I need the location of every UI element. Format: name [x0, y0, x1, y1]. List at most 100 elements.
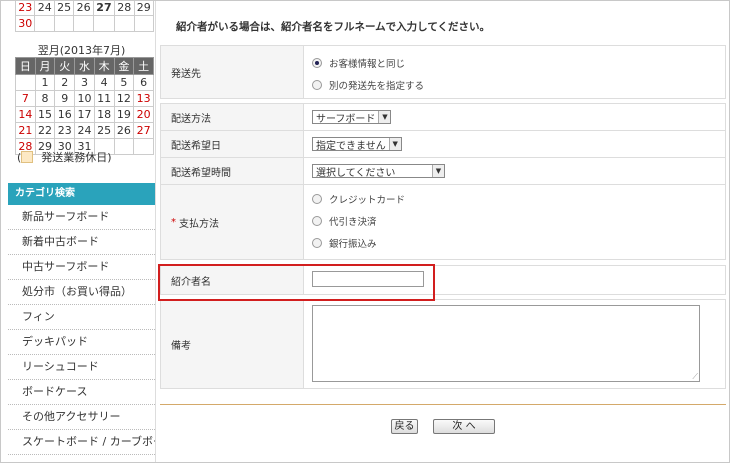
chevron-down-icon: ▼: [432, 165, 444, 177]
calendar-day: 28: [114, 1, 135, 16]
calendar-day: 27: [133, 122, 154, 139]
category-search: カテゴリ検索 新品サーフボード 新着中古ボード 中古サーフボード 処分市（お買い得品）…: [8, 183, 155, 455]
calendar-day: 23: [14, 1, 36, 16]
calendar-day: 23: [54, 122, 76, 139]
radio-label: お客様情報と同じ: [329, 59, 406, 70]
left-sidebar: 23 24 25 26 27 28 29 30 翌月(2013年7月) 日月火水木金土1234…: [8, 1, 155, 462]
radio-other-address[interactable]: 別の発送先を指定する: [312, 74, 725, 96]
chevron-down-icon: ▼: [388, 138, 401, 150]
legend-text: 発送業務休日): [41, 151, 112, 164]
referrer-name-input[interactable]: [312, 271, 424, 287]
radio-label: クレジットカード: [329, 195, 406, 206]
calendar-day: 6: [133, 74, 154, 91]
category-item[interactable]: その他アクセサリー: [8, 405, 155, 430]
radio-credit-card[interactable]: クレジットカード: [312, 188, 725, 210]
calendar-day: 14: [15, 106, 36, 123]
calendar-day: 16: [54, 106, 76, 123]
category-item[interactable]: ボードケース: [8, 380, 155, 405]
category-item[interactable]: リーシュコード: [8, 355, 155, 380]
form-divider: [160, 404, 726, 405]
calendar-day: 3: [74, 74, 95, 91]
category-item[interactable]: 中古サーフボード: [8, 255, 155, 280]
next-button[interactable]: 次 へ: [433, 419, 495, 434]
back-button[interactable]: 戻る: [391, 419, 418, 434]
weekday-label: 土: [133, 57, 154, 75]
category-item[interactable]: スケートボード / カーブボード: [8, 430, 155, 455]
payment-label-cell: * 支払方法: [161, 185, 304, 259]
radio-unchecked-icon: [312, 80, 322, 90]
delivery-method-label: 配送方法: [161, 104, 304, 130]
delivery-date-select[interactable]: 指定できません ▼: [312, 137, 402, 152]
weekday-label: 火: [54, 57, 76, 75]
calendar-day: 10: [74, 90, 95, 107]
column-divider: [155, 1, 156, 462]
calendar-day: 17: [74, 106, 95, 123]
radio-label: 代引き決済: [329, 217, 377, 228]
category-item[interactable]: 新着中古ボード: [8, 230, 155, 255]
calendar-day: 24: [74, 122, 95, 139]
calendar-day: 11: [93, 90, 115, 107]
calendar-day: 26: [73, 1, 94, 16]
select-value: 指定できません: [316, 140, 386, 152]
calendar-day: 12: [113, 90, 135, 107]
radio-bank-transfer[interactable]: 銀行振込み: [312, 232, 725, 254]
calendar-day: 2: [54, 74, 76, 91]
calendar-empty-cell: [133, 15, 155, 32]
weekday-label: 月: [34, 57, 56, 75]
notes-label: 備考: [161, 300, 304, 388]
radio-same-as-customer[interactable]: お客様情報と同じ: [312, 52, 725, 74]
notes-textarea[interactable]: [312, 305, 700, 382]
holiday-swatch-icon: [21, 151, 34, 163]
next-month-title: 翌月(2013年7月): [37, 44, 126, 57]
calendar-day: 1: [34, 74, 56, 91]
referrer-label: 紹介者名: [161, 266, 304, 294]
radio-checked-icon: [312, 58, 322, 68]
select-value: サーフボード: [316, 113, 376, 125]
calendar-next-month: 日月火水木金土 1 2 3 4 5 6 7 8 9 10 11 12 13 14 15 16 17 18 19 20 21…: [15, 57, 154, 155]
calendar-day: 24: [34, 1, 55, 16]
calendar-week: 30: [14, 15, 155, 32]
shipping-label: 発送先: [161, 46, 304, 98]
calendar-day: 25: [93, 122, 115, 139]
calendar-week: 14 15 16 17 18 19 20: [15, 106, 154, 123]
radio-unchecked-icon: [312, 238, 322, 248]
order-form: 発送先 お客様情報と同じ 別の発送先を指定する 配送方法 サーフボード ▼ 配送希…: [160, 45, 726, 389]
radio-cash-on-delivery[interactable]: 代引き決済: [312, 210, 725, 232]
radio-label: 銀行振込み: [329, 239, 377, 250]
calendar-day: 20: [133, 106, 154, 123]
category-item[interactable]: 処分市（お買い得品）: [8, 280, 155, 305]
calendar-week: 123456: [15, 74, 154, 91]
delivery-time-label: 配送希望時間: [161, 158, 304, 184]
delivery-time-select[interactable]: 選択してください ▼: [312, 164, 445, 179]
radio-label: 別の発送先を指定する: [329, 81, 425, 92]
calendar-current-month: 23 24 25 26 27 28 29 30: [14, 1, 155, 32]
calendar-empty-cell: [34, 15, 55, 32]
notes-row: 備考: [160, 299, 726, 389]
calendar-weekday-header: 日月火水木金土: [15, 57, 154, 75]
weekday-label: 日: [15, 57, 36, 75]
calendar-empty-cell: [53, 15, 75, 32]
calendar-empty-cell: [114, 15, 135, 32]
category-list: 新品サーフボード 新着中古ボード 中古サーフボード 処分市（お買い得品） フィン デッキパ…: [8, 205, 155, 455]
calendar-day: 26: [113, 122, 135, 139]
calendar-day: 27: [92, 1, 116, 16]
calendar-day: 13: [133, 90, 154, 107]
calendar-day: 25: [53, 1, 75, 16]
weekday-label: 水: [74, 57, 95, 75]
page-frame: 23 24 25 26 27 28 29 30 翌月(2013年7月) 日月火水木金土1234…: [0, 0, 730, 463]
category-item[interactable]: フィン: [8, 305, 155, 330]
calendar-week: 21 22 23 24 25 26 27: [15, 122, 154, 139]
calendar-empty-cell: [113, 138, 135, 155]
delivery-method-select[interactable]: サーフボード ▼: [312, 110, 392, 125]
category-item[interactable]: デッキパッド: [8, 330, 155, 355]
calendar-day: 22: [34, 122, 56, 139]
calendar-day: 21: [15, 122, 36, 139]
calendar-day: 19: [113, 106, 135, 123]
shipping-row: 発送先 お客様情報と同じ 別の発送先を指定する: [160, 45, 726, 99]
calendar-day: 5: [113, 74, 135, 91]
calendar-day: 29: [133, 1, 155, 16]
category-item[interactable]: 新品サーフボード: [8, 205, 155, 230]
select-value: 選択してください: [316, 167, 396, 179]
payment-row: * 支払方法 クレジットカード 代引き決済 銀行振込み: [160, 184, 726, 260]
referrer-notice: 紹介者がいる場合は、紹介者名をフルネームで入力してください。: [176, 21, 491, 33]
